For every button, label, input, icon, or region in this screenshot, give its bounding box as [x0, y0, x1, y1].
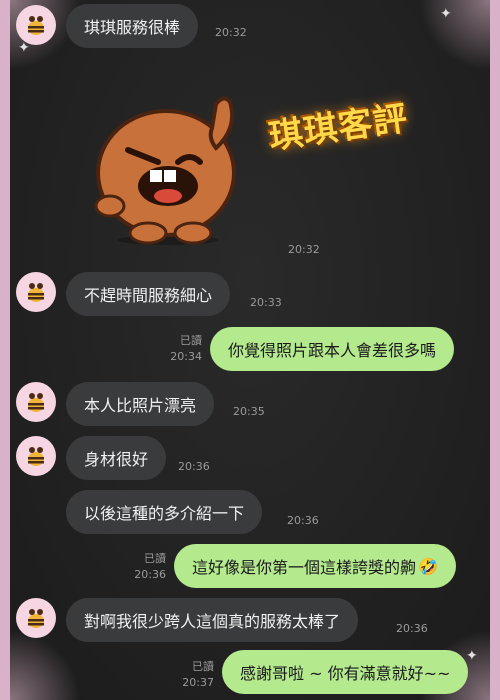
message-text: 不趕時間服務細心 — [84, 286, 213, 305]
message-bubble[interactable]: 本人比照片漂亮 — [66, 382, 215, 426]
rofl-emoji-icon: 🤣 — [418, 556, 438, 576]
message-bubble[interactable]: 身材很好 — [66, 436, 167, 480]
bee-avatar-icon — [28, 609, 44, 628]
message-time: 20:36 — [396, 622, 428, 635]
message-time: 20:33 — [250, 296, 282, 309]
message-time: 20:37 — [182, 676, 214, 689]
sparkle-icon: ✦ — [440, 6, 452, 22]
message-text: 本人比照片漂亮 — [84, 396, 197, 415]
sender-avatar[interactable] — [16, 382, 56, 422]
sticker-title: 琪琪客評 — [266, 98, 411, 158]
message-bubble[interactable]: 你覺得照片跟本人會差很多嗎 — [210, 327, 455, 371]
bee-avatar-icon — [28, 283, 44, 302]
message-bubble[interactable]: 這好像是你第一個這樣誇獎的齁 🤣 — [174, 544, 456, 588]
message-text: 琪琪服務很棒 — [84, 18, 181, 37]
message-text: 你覺得照片跟本人會差很多嗎 — [228, 341, 437, 360]
bee-avatar-icon — [28, 393, 44, 412]
message-text: 對啊我很少跨人這個真的服務太棒了 — [84, 612, 341, 631]
cookie-thumbs-up-sticker — [94, 96, 236, 245]
read-status: 已讀 — [192, 660, 214, 673]
sticker[interactable] — [88, 88, 258, 248]
sparkle-icon: ✦ — [466, 648, 478, 664]
message-text: 這好像是你第一個這樣誇獎的齁 — [192, 558, 417, 577]
sender-avatar[interactable] — [16, 598, 56, 638]
message-bubble[interactable]: 對啊我很少跨人這個真的服務太棒了 — [66, 598, 359, 642]
message-time: 20:32 — [288, 243, 320, 256]
message-text: 以後這種的多介紹一下 — [84, 504, 245, 523]
message-time: 20:34 — [170, 350, 202, 363]
message-time: 20:36 — [134, 568, 166, 581]
message-bubble[interactable]: 琪琪服務很棒 — [66, 4, 199, 48]
read-status: 已讀 — [180, 334, 202, 347]
read-status: 已讀 — [144, 552, 166, 565]
sender-avatar[interactable] — [16, 272, 56, 312]
message-time: 20:35 — [233, 405, 265, 418]
message-time: 20:36 — [178, 460, 210, 473]
message-bubble[interactable]: 感謝哥啦 ~ 你有滿意就好~~ — [222, 650, 469, 694]
sender-avatar[interactable] — [16, 436, 56, 476]
message-text: 身材很好 — [84, 450, 149, 469]
message-bubble[interactable]: 不趕時間服務細心 — [66, 272, 231, 316]
bee-avatar-icon — [28, 447, 44, 466]
message-time: 20:36 — [287, 514, 319, 527]
message-bubble[interactable]: 以後這種的多介紹一下 — [66, 490, 263, 534]
bee-avatar-icon — [28, 16, 44, 35]
message-text: 感謝哥啦 ~ 你有滿意就好~~ — [240, 664, 451, 683]
message-time: 20:32 — [215, 26, 247, 39]
sender-avatar[interactable] — [16, 5, 56, 45]
